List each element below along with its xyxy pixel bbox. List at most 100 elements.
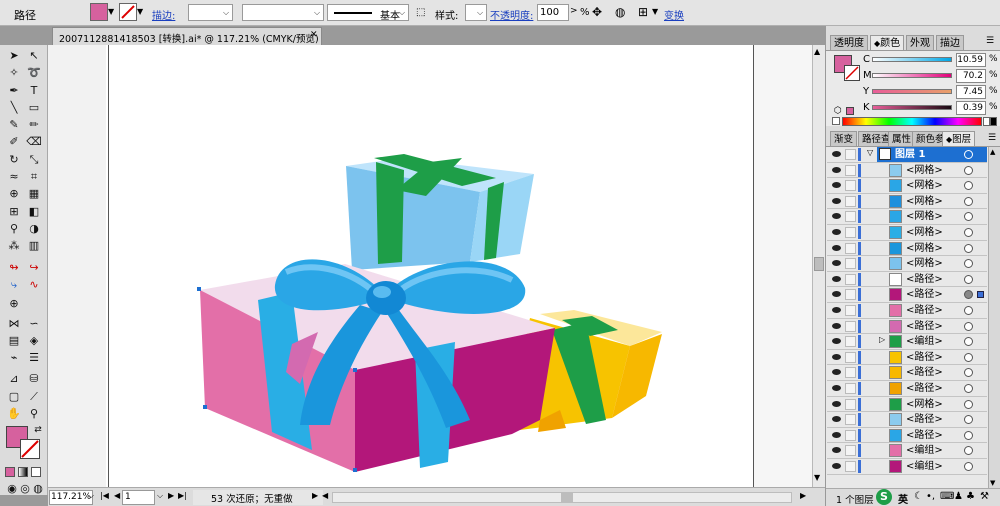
ime-language-label[interactable]: 英 xyxy=(898,491,908,506)
gift-illustration[interactable] xyxy=(48,45,812,487)
lock-toggle[interactable] xyxy=(845,445,856,457)
hscroll-right-icon[interactable]: ▶ xyxy=(800,491,806,500)
panel-menu-icon[interactable]: ☰ xyxy=(986,36,994,46)
lock-toggle[interactable] xyxy=(845,211,856,223)
moon-icon[interactable]: ☾ xyxy=(914,491,923,502)
pen-tool-icon[interactable]: ✒ xyxy=(6,84,22,98)
chevron-down-icon[interactable]: ⌵ xyxy=(88,491,94,501)
target-circle-icon[interactable] xyxy=(964,290,973,300)
direct-selection-tool-icon[interactable]: ↖ xyxy=(26,49,42,63)
color-mode-icon[interactable] xyxy=(5,467,15,477)
expand-arrow-icon[interactable]: ▷ xyxy=(879,335,885,344)
prev-artboard-icon[interactable]: ◀ xyxy=(114,491,120,500)
target-circle-icon[interactable] xyxy=(964,306,973,315)
layer-item-row[interactable]: <路径> xyxy=(827,303,987,319)
lock-toggle[interactable] xyxy=(845,414,856,426)
scroll-up-icon[interactable]: ▲ xyxy=(814,47,820,56)
color-spectrum[interactable] xyxy=(842,117,982,126)
layer-item-name[interactable]: <路径> xyxy=(906,412,943,427)
layer-item-row[interactable]: <路径> xyxy=(827,365,987,381)
stack-tool-icon[interactable]: ◈ xyxy=(26,334,42,348)
visibility-eye-icon[interactable] xyxy=(832,291,841,298)
layer-item-name[interactable]: <路径> xyxy=(906,350,943,365)
target-circle-icon[interactable] xyxy=(964,243,973,253)
target-circle-icon[interactable] xyxy=(964,274,973,284)
mesh-tool-icon[interactable]: ⊞ xyxy=(6,205,22,219)
lock-toggle[interactable] xyxy=(845,273,856,285)
layer-item-row[interactable]: <网格> xyxy=(827,256,987,272)
zoom-field[interactable]: 117.21% xyxy=(49,490,93,505)
layer-item-name[interactable]: <路径> xyxy=(906,319,943,334)
last-artboard-icon[interactable]: ▶| xyxy=(178,491,187,500)
target-circle-icon[interactable] xyxy=(964,384,973,393)
layer-item-row[interactable]: <路径> xyxy=(827,349,987,366)
ime-s-icon[interactable]: S xyxy=(876,489,892,505)
black-swatch[interactable] xyxy=(990,117,997,126)
out-of-gamut-icon[interactable]: ⬡ xyxy=(834,106,842,116)
layer-item-row[interactable]: <网格> xyxy=(827,240,987,257)
yellow-slider[interactable] xyxy=(872,89,952,94)
table-tool-icon[interactable]: ▤ xyxy=(6,334,22,348)
envelope-tool-icon[interactable]: ⋈ xyxy=(6,317,22,331)
perspective-grid-tool-icon[interactable]: ▦ xyxy=(26,187,42,201)
stroke-swatch[interactable] xyxy=(119,3,137,21)
swap-colors-icon[interactable]: ⇄ xyxy=(30,423,46,437)
visibility-eye-icon[interactable] xyxy=(832,416,841,423)
zoom-tool-icon[interactable]: ⚲ xyxy=(26,407,42,421)
column-graph-tool-icon[interactable]: ▥ xyxy=(26,239,42,253)
target-circle-icon[interactable] xyxy=(964,228,973,237)
blend-tool-icon[interactable]: ◑ xyxy=(26,222,42,236)
vertical-scrollbar[interactable]: ▲ ▼ xyxy=(812,45,825,487)
target-circle-icon[interactable] xyxy=(964,165,973,175)
fill-dropdown-arrow[interactable]: ▼ xyxy=(108,7,114,16)
lock-toggle[interactable] xyxy=(845,351,856,363)
layer-item-name[interactable]: <网格> xyxy=(906,194,943,209)
width-tool-icon[interactable]: ↬ xyxy=(6,261,22,275)
magic-wand-tool-icon[interactable]: ✧ xyxy=(6,66,22,80)
layer-name[interactable]: 图层 1 xyxy=(895,147,925,162)
fill-swatch[interactable] xyxy=(90,3,108,21)
stroke-dropdown-arrow[interactable]: ▼ xyxy=(137,7,143,16)
document-tab[interactable]: 2007112881418503 [转换].ai* @ 117.21% (CMY… xyxy=(52,27,322,45)
lock-toggle[interactable] xyxy=(845,258,856,270)
visibility-eye-icon[interactable] xyxy=(832,431,841,438)
screen-mode-icon[interactable]: ◍ xyxy=(30,482,46,496)
transform-link[interactable]: 变换 xyxy=(664,7,684,22)
layer-item-row[interactable]: <路径> xyxy=(827,287,987,303)
target-circle-icon[interactable] xyxy=(964,352,973,362)
layers-scrollbar[interactable]: ▲ ▼ xyxy=(988,147,1000,488)
white-swatch[interactable] xyxy=(983,117,990,126)
lock-toggle[interactable] xyxy=(845,305,856,316)
tab-layers[interactable]: ◆图层 xyxy=(942,131,976,146)
chart-line-tool-icon[interactable]: ⌁ xyxy=(6,351,22,365)
layer-item-name[interactable]: <路径> xyxy=(906,365,943,380)
cyan-value[interactable]: 10.59 xyxy=(956,53,986,67)
blob-brush-tool-icon[interactable]: ✐ xyxy=(6,135,22,149)
layer-item-row[interactable]: <路径> xyxy=(827,271,987,288)
magenta-slider[interactable] xyxy=(872,73,952,78)
smooth-tool-icon[interactable]: ∿ xyxy=(26,278,42,292)
stroke-link[interactable]: 描边: xyxy=(152,7,175,22)
stroke-weight-field[interactable]: ⌵ xyxy=(188,4,233,21)
next-artboard-icon[interactable]: ▶ xyxy=(168,491,174,500)
target-circle-icon[interactable] xyxy=(964,430,973,440)
lock-toggle[interactable] xyxy=(845,149,856,160)
panel-menu-icon[interactable]: ☰ xyxy=(988,133,996,143)
stroke-color-swatch[interactable] xyxy=(844,65,860,81)
layer-item-name[interactable]: <网格> xyxy=(906,225,943,240)
tab-color[interactable]: ◆颜色 xyxy=(870,35,905,50)
scale-tool-icon[interactable]: ⤡ xyxy=(26,153,42,167)
symbol-sprayer-tool-icon[interactable]: ⁂ xyxy=(6,239,22,253)
visibility-eye-icon[interactable] xyxy=(832,353,841,360)
slice-tool-icon[interactable]: ⊿ xyxy=(6,372,22,386)
visibility-eye-icon[interactable] xyxy=(832,400,841,407)
cyan-slider[interactable] xyxy=(872,57,952,62)
recolor-icon[interactable]: ✥ xyxy=(592,5,602,19)
skin-icon[interactable]: ♣ xyxy=(966,491,975,502)
tab-gradient[interactable]: 渐变 xyxy=(830,131,858,146)
layer-item-name[interactable]: <路径> xyxy=(906,272,943,287)
lock-toggle[interactable] xyxy=(845,383,856,394)
opacity-link[interactable]: 不透明度: xyxy=(490,7,533,22)
eraser-tool-icon[interactable]: ⌫ xyxy=(26,135,42,149)
scroll-up-icon[interactable]: ▲ xyxy=(990,148,995,156)
